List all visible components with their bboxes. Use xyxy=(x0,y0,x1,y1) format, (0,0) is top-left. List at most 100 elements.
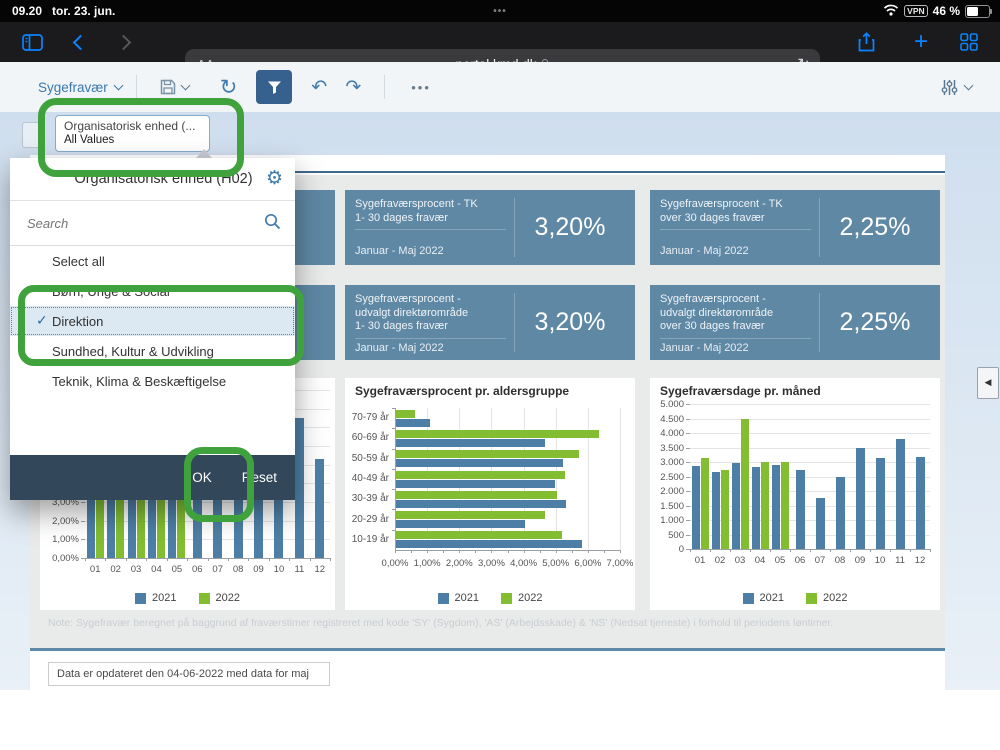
collapse-panel-arrow-button[interactable]: ◀ xyxy=(977,367,999,399)
popover-arrow xyxy=(196,149,212,158)
gridline xyxy=(690,462,930,463)
sidebar-icon[interactable] xyxy=(22,34,43,51)
filter-option-label: Sundhed, Kultur & Udvikling xyxy=(52,344,214,359)
tile-title: Sygefraværsprocent - TK1- 30 dages fravæ… xyxy=(355,198,506,230)
filter-option-b-rn-unge-social[interactable]: Børn, Unge & Social xyxy=(10,276,295,306)
filter-chip-organisatorisk-enhed[interactable]: Organisatorisk enhed (... All Values xyxy=(55,115,210,152)
tile-title: Sygefraværsprocent - TKover 30 dages fra… xyxy=(660,198,811,230)
bar-2021-07[interactable] xyxy=(816,498,825,549)
filter-option-sundhed-kultur-udvikling[interactable]: Sundhed, Kultur & Udvikling xyxy=(10,336,295,366)
bar-2021-60-69 år[interactable] xyxy=(396,439,545,447)
bar-2021-06[interactable] xyxy=(796,470,805,549)
bar-2021-10[interactable] xyxy=(876,458,885,549)
kpi-tile-direktor-1-30[interactable]: Sygefraværsprocent -udvalgt direktørområ… xyxy=(345,285,635,360)
chart-legend: 20212022 xyxy=(650,592,940,604)
bar-2021-10-19 år[interactable] xyxy=(396,540,582,548)
tile-period: Januar - Maj 2022 xyxy=(660,242,811,257)
bar-2022-04[interactable] xyxy=(761,462,769,549)
search-input[interactable] xyxy=(25,215,249,232)
undo-button[interactable]: ↶ xyxy=(311,76,327,98)
bar-2022-02[interactable] xyxy=(721,470,729,549)
chart-legend: 20212022 xyxy=(345,592,635,604)
kpi-tile-tk-over-30[interactable]: Sygefraværsprocent - TKover 30 dages fra… xyxy=(650,190,940,265)
x-tick-label: 01 xyxy=(84,564,106,575)
bar-2021-11[interactable] xyxy=(295,418,304,558)
kpi-tile-tk-1-30[interactable]: Sygefraværsprocent - TK1- 30 dages fravæ… xyxy=(345,190,635,265)
bar-2022-01[interactable] xyxy=(701,458,709,549)
tabs-icon[interactable] xyxy=(960,33,978,51)
controls-menu-button[interactable] xyxy=(941,79,972,96)
y-tick-label: 1.000 xyxy=(646,515,684,526)
tile-text-block: Sygefraværsprocent - TK1- 30 dages fravæ… xyxy=(355,198,515,257)
axis-tick xyxy=(81,502,85,503)
bar-2021-05[interactable] xyxy=(772,465,780,549)
x-axis xyxy=(395,550,620,551)
axis-tick xyxy=(392,509,395,510)
bottom-whitespace xyxy=(0,690,1000,750)
redo-button[interactable]: ↷ xyxy=(345,76,361,98)
filter-option-direktion[interactable]: ✓Direktion xyxy=(10,306,295,336)
popover-title: Organisatorisk enhed (H02) xyxy=(74,171,252,187)
bar-2021-12[interactable] xyxy=(315,459,324,558)
axis-tick xyxy=(392,489,395,490)
bar-2021-50-59 år[interactable] xyxy=(396,459,563,467)
page-icon xyxy=(22,122,40,148)
legend-swatch xyxy=(135,593,146,604)
bar-2022-10-19 år[interactable] xyxy=(396,531,562,539)
x-tick-label: 08 xyxy=(829,555,851,566)
more-button[interactable]: ••• xyxy=(411,80,431,95)
y-tick-label: 2.500 xyxy=(646,472,684,483)
bar-2022-30-39 år[interactable] xyxy=(396,491,557,499)
x-tick-label: 02 xyxy=(709,555,731,566)
bar-2021-09[interactable] xyxy=(856,448,865,549)
bar-2021-11[interactable] xyxy=(896,439,905,549)
bar-2021-04[interactable] xyxy=(752,467,760,549)
bar-2022-40-49 år[interactable] xyxy=(396,471,565,479)
refresh-button[interactable]: ↻ xyxy=(220,75,238,99)
save-button[interactable] xyxy=(160,79,189,95)
ok-button[interactable]: OK xyxy=(192,470,212,485)
axis-tick xyxy=(392,469,395,470)
search-icon[interactable] xyxy=(264,213,281,235)
tile-period: Januar - Maj 2022 xyxy=(660,339,811,354)
bar-2022-70-79 år[interactable] xyxy=(396,410,415,418)
bar-2021-20-29 år[interactable] xyxy=(396,520,525,528)
bar-2022-03[interactable] xyxy=(741,419,749,549)
bar-2021-12[interactable] xyxy=(916,457,925,549)
axis-tick xyxy=(790,549,791,552)
filter-option-teknik-klima-besk-ftigelse[interactable]: Teknik, Klima & Beskæftigelse xyxy=(10,366,295,396)
story-title-menu[interactable]: Sygefravær xyxy=(38,80,122,95)
y-tick-label: 4.000 xyxy=(646,428,684,439)
filter-button-active[interactable] xyxy=(256,70,292,104)
axis-tick xyxy=(310,558,311,561)
back-button[interactable] xyxy=(75,37,86,48)
bar-2022-20-29 år[interactable] xyxy=(396,511,545,519)
new-tab-icon[interactable]: + xyxy=(914,28,928,56)
bar-2022-05[interactable] xyxy=(781,462,789,549)
bar-2022-50-59 år[interactable] xyxy=(396,450,579,458)
kpi-tile-direktor-over-30[interactable]: Sygefraværsprocent -udvalgt direktørområ… xyxy=(650,285,940,360)
axis-tick xyxy=(810,549,811,552)
bar-2021-08[interactable] xyxy=(836,477,845,550)
tile-title-line: udvalgt direktørområde xyxy=(355,307,506,321)
axis-tick xyxy=(930,549,931,552)
reset-button[interactable]: Reset xyxy=(242,470,277,485)
chart-legend: 20212022 xyxy=(40,592,335,604)
axis-tick xyxy=(392,408,395,409)
bar-2021-01[interactable] xyxy=(692,466,700,549)
select-all-item[interactable]: Select all xyxy=(10,246,295,276)
gear-icon[interactable]: ⚙ xyxy=(266,167,283,189)
app-toolbar: Sygefravær ↻ ↶ ↷ ••• xyxy=(0,62,1000,113)
bar-2021-02[interactable] xyxy=(712,472,720,549)
bar-2021-30-39 år[interactable] xyxy=(396,500,566,508)
bar-2021-70-79 år[interactable] xyxy=(396,419,430,427)
forward-button[interactable] xyxy=(118,37,129,48)
bar-2022-60-69 år[interactable] xyxy=(396,430,599,438)
axis-tick xyxy=(208,558,209,561)
bar-2021-40-49 år[interactable] xyxy=(396,480,555,488)
bar-2021-03[interactable] xyxy=(732,463,740,549)
share-icon[interactable] xyxy=(858,32,875,52)
axis-tick xyxy=(690,549,691,552)
axis-tick xyxy=(710,549,711,552)
filter-popover: Organisatorisk enhed (H02) ⚙ Select all … xyxy=(10,158,295,500)
